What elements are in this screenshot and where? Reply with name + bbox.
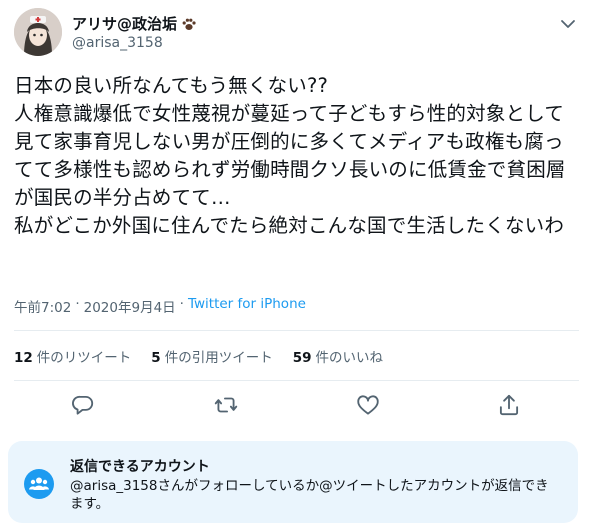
- avatar[interactable]: [14, 8, 62, 56]
- share-icon[interactable]: [496, 392, 522, 418]
- meta-separator: ·: [75, 296, 80, 312]
- tweet-time[interactable]: 午前7:02: [14, 296, 71, 316]
- tweet-stats: 12 件のリツイート 5 件の引用ツイート 59 件のいいね: [14, 346, 383, 366]
- quotes-stat[interactable]: 5 件の引用ツイート: [151, 346, 272, 366]
- reply-restriction-description: @arisa_3158さんがフォローしているか@ツイートしたアカウントが返信でき…: [70, 478, 549, 512]
- paw-emoji-icon: [182, 18, 196, 30]
- display-name[interactable]: アリサ@政治垢: [72, 13, 177, 34]
- tweet-source-link[interactable]: Twitter for iPhone: [188, 296, 306, 316]
- meta-separator: ·: [179, 296, 184, 312]
- avatar-image: [14, 8, 62, 56]
- like-icon[interactable]: [355, 392, 381, 418]
- reply-restriction-badge: [24, 469, 54, 499]
- likes-label: 件のいいね: [315, 350, 384, 366]
- action-bar: [0, 392, 589, 420]
- divider: [14, 380, 579, 381]
- likes-stat[interactable]: 59 件のいいね: [293, 346, 383, 366]
- tweet-header: アリサ@政治垢 @arisa_3158: [14, 8, 584, 58]
- likes-count: 59: [292, 350, 312, 366]
- reply-restriction-title: 返信できるアカウント: [70, 459, 210, 475]
- retweets-stat[interactable]: 12 件のリツイート: [14, 346, 131, 366]
- tweet-detail: アリサ@政治垢 @arisa_3158 日本の良い所なんてもう無くない?? 人権…: [0, 0, 589, 532]
- retweet-icon[interactable]: [213, 392, 239, 418]
- tweet-meta: 午前7:02 · 2020年9月4日 · Twitter for iPhone: [14, 296, 306, 316]
- retweets-count: 12: [14, 350, 33, 366]
- user-handle[interactable]: @arisa_3158: [72, 35, 163, 51]
- people-icon: [29, 477, 49, 490]
- chevron-down-icon[interactable]: [558, 14, 578, 34]
- reply-icon[interactable]: [70, 392, 96, 418]
- quotes-count: 5: [151, 350, 161, 366]
- quotes-label: 件の引用ツイート: [164, 350, 273, 366]
- name-row: アリサ@政治垢: [72, 13, 197, 34]
- retweets-label: 件のリツイート: [36, 350, 132, 366]
- divider: [14, 330, 579, 331]
- tweet-text: 日本の良い所なんてもう無くない?? 人権意識爆低で女性蔑視が蔓延って子どもすら性…: [14, 74, 566, 237]
- reply-restriction-notice: 返信できるアカウント @arisa_3158さんがフォローしているか@ツイートし…: [8, 441, 578, 523]
- tweet-date[interactable]: 2020年9月4日: [84, 296, 176, 316]
